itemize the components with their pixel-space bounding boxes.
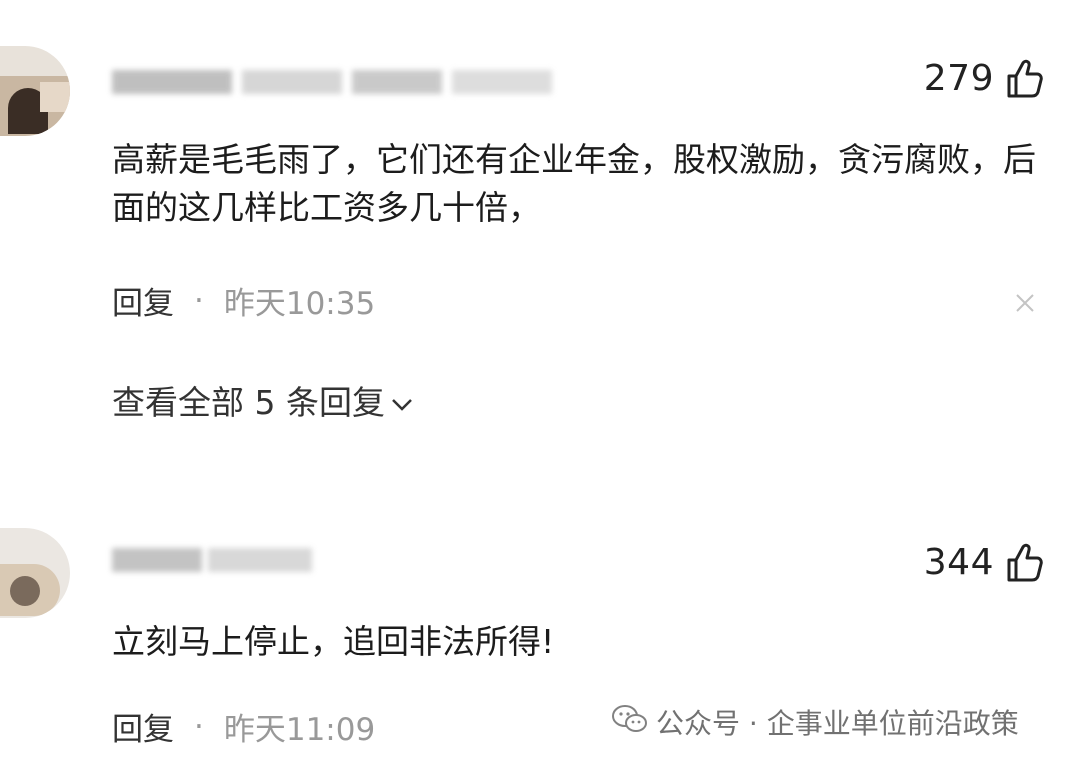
meta-separator: ·	[194, 708, 204, 745]
thumbs-up-icon[interactable]	[1006, 543, 1044, 583]
username-blurred[interactable]	[112, 70, 552, 94]
watermark-text: 公众号 · 企事业单位前沿政策	[656, 707, 1019, 740]
watermark: 公众号 · 企事业单位前沿政策	[612, 702, 1019, 742]
username-blurred[interactable]	[112, 548, 312, 572]
avatar[interactable]	[0, 46, 70, 136]
comment-text: 高薪是毛毛雨了，它们还有企业年金，股权激励，贪污腐败，后面的这几样比工资多几十倍…	[112, 140, 1036, 227]
wechat-icon	[612, 704, 648, 741]
comment-time: 昨天11:09	[223, 712, 376, 748]
avatar[interactable]	[0, 528, 70, 618]
chevron-down-icon	[391, 381, 413, 420]
reply-button[interactable]: 回复	[112, 704, 174, 749]
like-group[interactable]: 279	[924, 58, 1044, 99]
like-group[interactable]: 344	[924, 542, 1044, 583]
comment-text: 立刻马上停止，追回非法所得!	[112, 622, 555, 661]
comment-meta: 回复 · 昨天10:35	[112, 278, 375, 323]
comment-time: 昨天10:35	[223, 286, 376, 322]
view-replies-label: 查看全部 5 条回复	[112, 383, 385, 422]
view-replies-button[interactable]: 查看全部 5 条回复	[112, 376, 413, 424]
reply-button[interactable]: 回复	[112, 278, 174, 323]
thumbs-up-icon[interactable]	[1006, 59, 1044, 99]
meta-separator: ·	[194, 282, 204, 319]
comment-meta: 回复 · 昨天11:09	[112, 704, 375, 749]
like-count: 279	[923, 58, 994, 99]
close-icon[interactable]	[1014, 292, 1036, 314]
like-count: 344	[923, 542, 994, 583]
